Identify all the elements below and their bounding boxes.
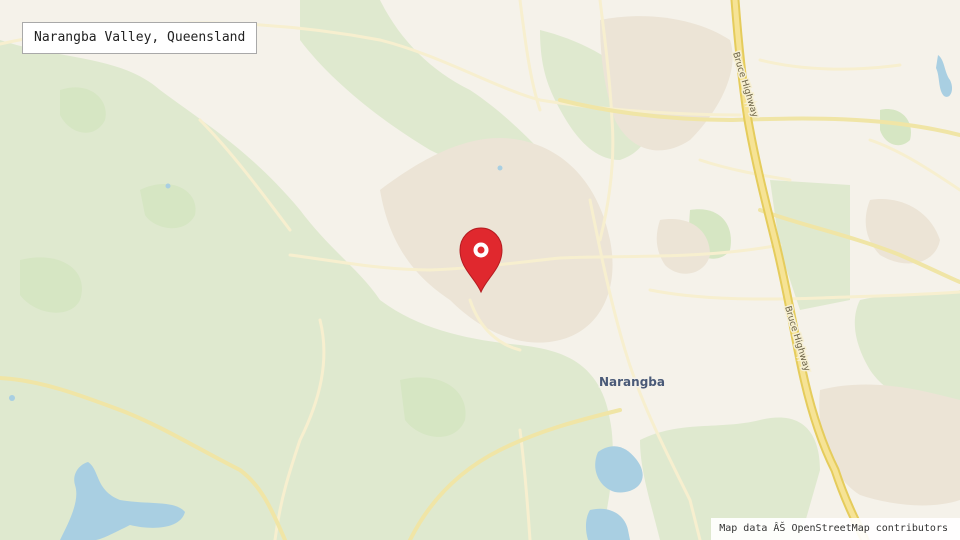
location-title: Narangba Valley, Queensland [22, 22, 258, 54]
map-pin-dot [477, 246, 485, 254]
map-attribution: Map data ÂŠ OpenStreetMap contributors [711, 518, 960, 540]
suburb-label: Narangba [599, 375, 665, 389]
map-canvas[interactable]: Narangba Bruce Highway Bruce Highway [0, 0, 960, 540]
map-view[interactable]: Narangba Bruce Highway Bruce Highway Nar… [0, 0, 960, 540]
